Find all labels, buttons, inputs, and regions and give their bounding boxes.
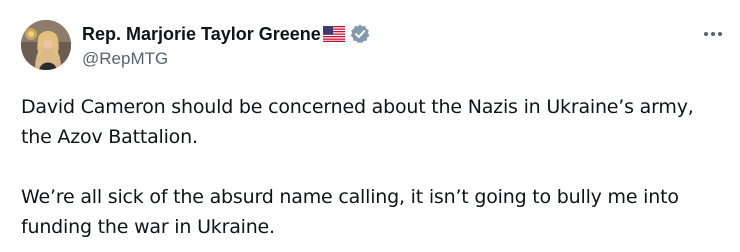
name-row: Rep. Marjorie Taylor Greene: [82, 22, 642, 46]
tweet-header: Rep. Marjorie Taylor Greene @RepMTG: [82, 22, 642, 70]
tweet-card: Rep. Marjorie Taylor Greene @RepMTG Davi…: [0, 0, 740, 252]
more-options-button[interactable]: [700, 24, 726, 44]
author-display-name[interactable]: Rep. Marjorie Taylor Greene: [82, 24, 321, 45]
author-handle[interactable]: @RepMTG: [82, 48, 642, 70]
tweet-paragraph: David Cameron should be concerned about …: [21, 96, 694, 148]
tweet-text: David Cameron should be concerned about …: [21, 92, 726, 242]
verified-badge-icon[interactable]: [349, 23, 371, 45]
avatar[interactable]: [21, 20, 71, 70]
avatar-image: [21, 20, 71, 70]
more-horizontal-icon: [704, 32, 722, 36]
tweet-paragraph: We’re all sick of the absurd name callin…: [21, 186, 679, 238]
us-flag-icon: [322, 26, 345, 42]
